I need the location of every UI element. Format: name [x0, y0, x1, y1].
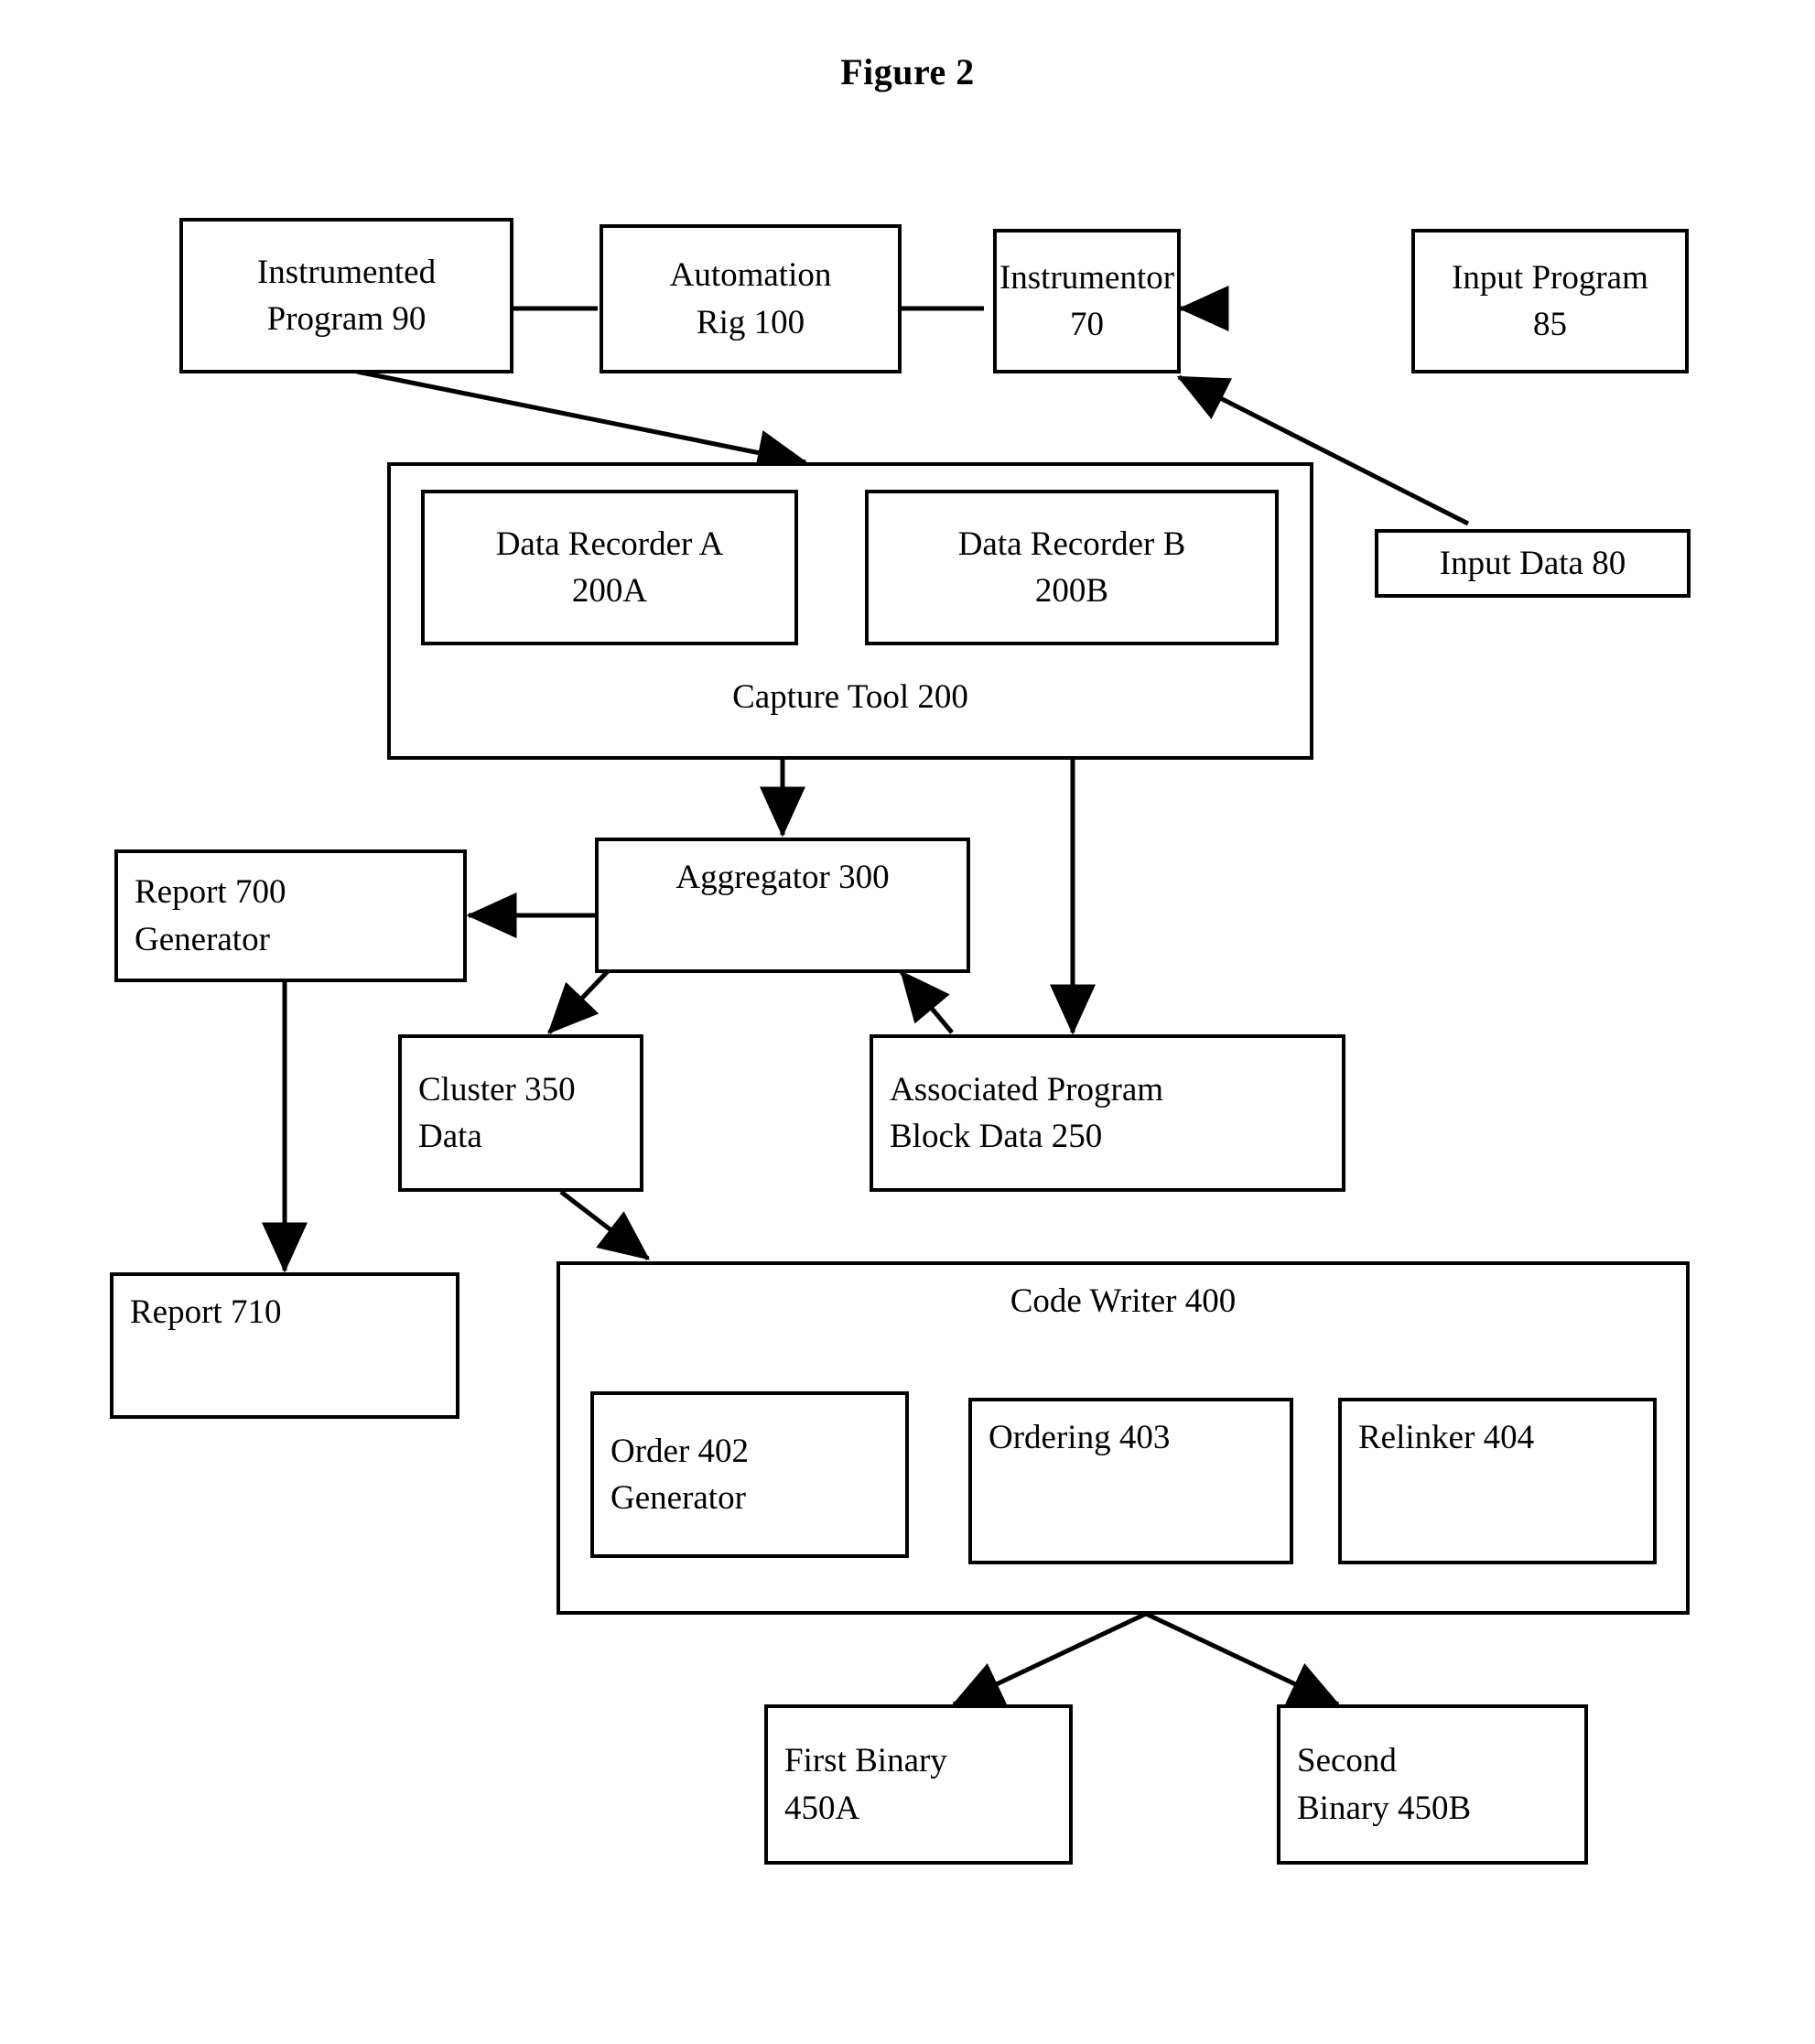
block-instrumented-program-line1: Instrumented [256, 253, 437, 291]
block-cluster-data[interactable]: Cluster 350 Data [398, 1034, 643, 1192]
block-data-recorder-b[interactable]: Data Recorder B 200B [865, 490, 1279, 645]
edge-aggregator-to-cluster-data [547, 968, 610, 1034]
block-report-generator-line1: Report 700 [135, 873, 286, 912]
edge-code-writer-to-first-binary [951, 1611, 1148, 1707]
edge-instrumented-program-to-capture-tool [356, 369, 808, 476]
block-relinker[interactable]: Relinker 404 [1338, 1398, 1657, 1564]
block-report-generator-line2: Generator [135, 920, 270, 958]
edge-code-writer-to-second-binary [1144, 1611, 1341, 1707]
block-first-binary-line2: 450A [784, 1789, 860, 1827]
block-associated-block-data-line1: Associated Program [890, 1070, 1164, 1109]
block-input-program[interactable]: Input Program 85 [1411, 229, 1689, 373]
block-data-recorder-b-line2: 200B [1034, 572, 1109, 610]
block-second-binary-line1: Second [1297, 1742, 1397, 1780]
block-second-binary-line2: Binary 450B [1297, 1789, 1472, 1827]
block-report-710-line1: Report 710 [130, 1293, 282, 1331]
edge-associated-block-data-to-aggregator [900, 970, 954, 1034]
block-second-binary[interactable]: Second Binary 450B [1277, 1704, 1588, 1865]
block-data-recorder-a[interactable]: Data Recorder A 200A [421, 490, 798, 645]
block-aggregator[interactable]: Aggregator 300 [595, 838, 970, 973]
block-instrumented-program[interactable]: Instrumented Program 90 [179, 218, 513, 373]
block-automation-rig-line2: Rig 100 [696, 303, 805, 341]
block-input-data-line1: Input Data 80 [1439, 544, 1626, 582]
block-first-binary-line1: First Binary [784, 1742, 947, 1780]
block-order-generator-line1: Order 402 [610, 1432, 750, 1470]
block-aggregator-line1: Aggregator 300 [675, 859, 890, 896]
block-instrumentor-line1: Instrumentor [999, 258, 1175, 297]
block-report-generator[interactable]: Report 700 Generator [114, 849, 467, 982]
block-ordering[interactable]: Ordering 403 [968, 1398, 1293, 1564]
block-data-recorder-b-line1: Data Recorder B [957, 525, 1186, 563]
container-capture-tool-label: Capture Tool 200 [732, 678, 968, 716]
block-order-generator-line2: Generator [610, 1479, 746, 1517]
block-associated-block-data[interactable]: Associated Program Block Data 250 [870, 1034, 1345, 1192]
block-relinker-line1: Relinker 404 [1358, 1419, 1535, 1456]
block-order-generator[interactable]: Order 402 Generator [590, 1391, 909, 1558]
block-associated-block-data-line2: Block Data 250 [890, 1118, 1103, 1155]
block-cluster-data-line1: Cluster 350 [418, 1070, 576, 1109]
block-input-data[interactable]: Input Data 80 [1375, 529, 1691, 598]
edge-cluster-data-to-code-writer [559, 1190, 650, 1260]
block-ordering-line1: Ordering 403 [989, 1419, 1171, 1456]
container-code-writer-label: Code Writer 400 [1010, 1282, 1237, 1320]
block-input-program-line2: 85 [1533, 306, 1567, 343]
figure-page: Figure 2 Instrumented Program 90 Automat… [0, 0, 1815, 2044]
block-automation-rig-line1: Automation [669, 256, 832, 295]
block-instrumented-program-line2: Program 90 [266, 300, 427, 338]
block-report-710[interactable]: Report 710 [110, 1272, 459, 1419]
block-input-program-line1: Input Program [1452, 258, 1648, 297]
block-instrumentor-line2: 70 [1070, 306, 1104, 343]
block-cluster-data-line2: Data [418, 1118, 482, 1155]
figure-title: Figure 2 [840, 51, 975, 92]
block-first-binary[interactable]: First Binary 450A [764, 1704, 1073, 1865]
block-automation-rig[interactable]: Automation Rig 100 [600, 224, 902, 373]
block-data-recorder-a-line1: Data Recorder A [495, 525, 724, 563]
block-data-recorder-a-line2: 200A [571, 572, 648, 610]
block-instrumentor[interactable]: Instrumentor 70 [993, 229, 1181, 373]
